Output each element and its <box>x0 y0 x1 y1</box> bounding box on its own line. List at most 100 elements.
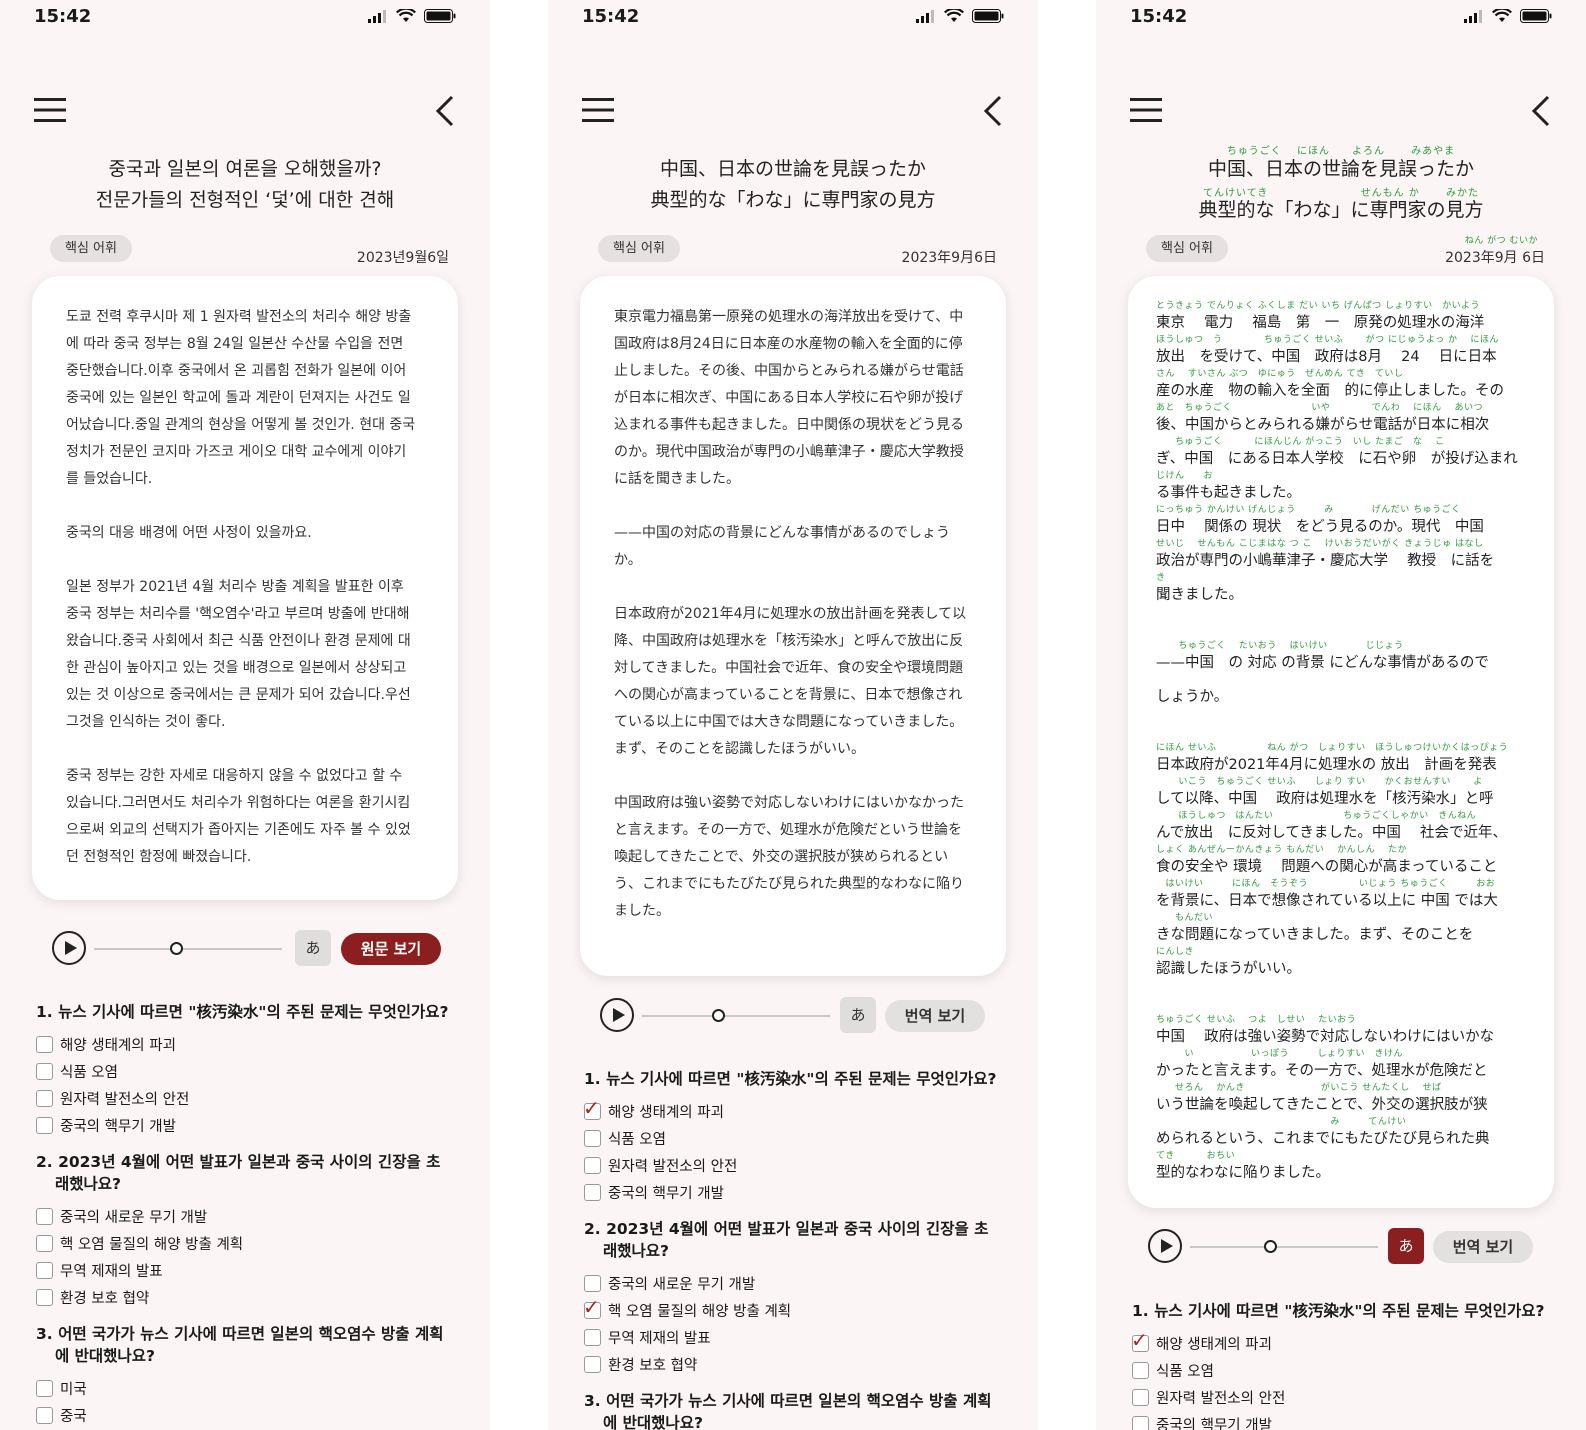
article-paragraph: 日本政府が2021年4月に処理水の放出計画を発表して以降、中国政府は処理水を「核… <box>614 606 967 757</box>
checkbox[interactable] <box>36 1289 53 1306</box>
audio-progress-knob[interactable] <box>170 942 183 955</box>
phone-screen-japanese: 15:42 中国、日本の世論を見誤ったか 典型的な「わな」に専門家の見方 핵심 … <box>548 0 1038 1430</box>
furigana-reading: ちゅうごく たいおう はいけい じじょう <box>1156 641 1404 651</box>
checkmark-icon: ✓ <box>583 1096 600 1120</box>
quiz-option[interactable]: 환경 보호 협약 <box>584 1351 1002 1378</box>
checkbox[interactable] <box>36 1208 53 1225</box>
checkbox[interactable] <box>584 1329 601 1346</box>
key-vocab-chip[interactable]: 핵심 어휘 <box>598 235 680 262</box>
quiz-option[interactable]: 미국 <box>36 1375 454 1402</box>
checkbox[interactable] <box>584 1130 601 1147</box>
furigana-reading: せいじ せんもん こじまはな つ こ けいおうだいがく きょうじゅ はなし <box>1156 539 1484 549</box>
quiz-option[interactable]: 식품 오염 <box>1132 1357 1550 1384</box>
checkbox[interactable] <box>584 1275 601 1292</box>
furigana-line: てき おちい 型的なわなに陥りました。 <box>1156 1148 1534 1182</box>
checkbox[interactable]: ✓ <box>1131 1330 1149 1352</box>
checkbox[interactable] <box>36 1090 53 1107</box>
quiz-option[interactable]: 해양 생태계의 파괴 <box>36 1031 454 1058</box>
checkbox[interactable] <box>584 1157 601 1174</box>
quiz-option[interactable]: 원자력 발전소의 안전 <box>584 1152 1002 1179</box>
quiz-option[interactable]: 식품 오염 <box>584 1125 1002 1152</box>
furigana-text: いう世論を喚起してきたことで、外交の選択肢が狭 <box>1156 1097 1488 1113</box>
back-icon[interactable] <box>434 94 456 128</box>
checkbox[interactable] <box>36 1117 53 1134</box>
quiz-option[interactable]: 중국 <box>36 1402 454 1429</box>
quiz-option[interactable]: 중국의 새로운 무기 개발 <box>36 1203 454 1230</box>
furigana-toggle-button[interactable]: あ <box>295 930 331 966</box>
back-icon[interactable] <box>982 94 1004 128</box>
checkbox[interactable] <box>36 1235 53 1252</box>
quiz-option[interactable]: 원자력 발전소의 안전 <box>1132 1384 1550 1411</box>
article-paragraph: 일본 정부가 2021년 4월 처리수 방출 계획을 발표한 이후 중국 정부는… <box>66 579 411 730</box>
menu-icon[interactable] <box>34 97 66 123</box>
quiz-option[interactable]: 무역 제재의 발표 <box>36 1257 454 1284</box>
furigana-text: ——中国 の 対応 の背景 にどんな事情があるので <box>1156 655 1489 671</box>
furigana-reading: ほうしゅつ う ちゅうごく せいふ がつ にじゅうよっ か にほん <box>1156 335 1499 345</box>
view-translation-button[interactable]: 번역 보기 <box>885 1000 985 1032</box>
audio-progress-knob[interactable] <box>1264 1240 1277 1253</box>
date-furigana: ねん がつ むいか <box>1464 236 1538 246</box>
quiz-option[interactable]: 중국의 새로운 무기 개발 <box>584 1270 1002 1297</box>
quiz-option[interactable]: 중국의 핵무기 개발 <box>36 1112 454 1139</box>
furigana-reading: しょく あんぜんーかんきょう もんだい かんしん たか <box>1156 845 1407 855</box>
furigana-text: 日中 関係の 現状 をどう見るのか。現代 中国 <box>1156 519 1484 535</box>
furigana-reading: とうきょう でんりょく ふくしま だい いち げんぱつ しょりすい かいよう <box>1156 301 1480 311</box>
article-card: とうきょう でんりょく ふくしま だい いち げんぱつ しょりすい かいよう 東京… <box>1128 276 1554 1208</box>
article-card: 東京電力福島第一原発の処理水の海洋放出を受けて、中国政府は8月24日に日本産の水… <box>580 276 1006 976</box>
phone-screen-furigana: 15:42 ちゅうごく にほん よろん みあやま 中国、日本の世論を見誤ったか … <box>1096 0 1586 1430</box>
quiz-option[interactable]: 중국의 핵무기 개발 <box>584 1179 1002 1206</box>
furigana-toggle-button[interactable]: あ <box>840 997 876 1033</box>
quiz-option[interactable]: ✓ 해양 생태계의 파괴 <box>583 1098 1002 1125</box>
audio-progress-knob[interactable] <box>712 1009 725 1022</box>
audio-progress-track[interactable] <box>642 1015 830 1017</box>
checkbox[interactable]: ✓ <box>583 1098 601 1120</box>
furigana-line: じけん おる事件も起きました。 <box>1156 468 1534 502</box>
checkbox[interactable] <box>36 1380 53 1397</box>
audio-progress-track[interactable] <box>1190 1246 1378 1248</box>
furigana-reading: にんしき <box>1156 947 1195 957</box>
key-vocab-chip[interactable]: 핵심 어휘 <box>50 235 132 262</box>
status-bar: 15:42 <box>548 6 1038 30</box>
checkbox[interactable]: ✓ <box>583 1297 601 1319</box>
back-icon[interactable] <box>1530 94 1552 128</box>
quiz-option[interactable]: 식품 오염 <box>36 1058 454 1085</box>
checkbox[interactable] <box>36 1262 53 1279</box>
checkbox[interactable] <box>1132 1389 1149 1406</box>
furigana-text: 産の水産 物の輸入を全面 的に停止しました。その <box>1156 383 1504 399</box>
quiz-option[interactable]: ✓ 핵 오염 물질의 해양 방출 계획 <box>583 1297 1002 1324</box>
quiz-option[interactable]: 환경 보호 협약 <box>36 1284 454 1311</box>
audio-progress-track[interactable] <box>94 948 282 950</box>
furigana-text: 政治が専門の小嶋華津子・慶応大学 教授 に話を <box>1156 553 1495 569</box>
quiz-section: 1. 뉴스 기사에 따르면 "核汚染水"의 주된 문제는 무엇인가요? 해양 생… <box>36 1001 454 1430</box>
menu-icon[interactable] <box>1130 97 1162 123</box>
furigana-reading: あと ちゅうごく いや でんわ にほん あいつ <box>1156 403 1483 413</box>
checkbox[interactable] <box>36 1063 53 1080</box>
view-original-button[interactable]: 원문 보기 <box>341 933 441 965</box>
checkbox[interactable] <box>1132 1416 1149 1430</box>
article-date: 2023年9月6日 <box>901 250 997 266</box>
checkbox[interactable] <box>1132 1362 1149 1379</box>
play-icon[interactable] <box>52 931 86 965</box>
quiz-option[interactable]: 무역 제재의 발표 <box>584 1324 1002 1351</box>
furigana-line: にっちゅう かんけい げんじょう み げんだい ちゅうごく 日中 関係の 現状 を… <box>1156 502 1534 536</box>
furigana-text: しょうか。 <box>1156 689 1229 705</box>
view-translation-button[interactable]: 번역 보기 <box>1433 1231 1533 1263</box>
menu-icon[interactable] <box>582 97 614 123</box>
quiz-option[interactable]: 핵 오염 물질의 해양 방출 계획 <box>36 1230 454 1257</box>
furigana-reading: い いっぽう しょりすい きけん <box>1156 1049 1404 1059</box>
quiz-option[interactable]: 원자력 발전소의 안전 <box>36 1085 454 1112</box>
checkbox[interactable] <box>36 1036 53 1053</box>
furigana-toggle-button[interactable]: あ <box>1388 1228 1424 1264</box>
audio-player: あ 번역 보기 <box>1148 1227 1542 1267</box>
play-icon[interactable] <box>1148 1229 1182 1263</box>
play-icon[interactable] <box>600 998 634 1032</box>
checkbox[interactable] <box>584 1356 601 1373</box>
checkbox[interactable] <box>584 1184 601 1201</box>
checkbox[interactable] <box>36 1407 53 1424</box>
key-vocab-chip[interactable]: 핵심 어휘 <box>1146 235 1228 262</box>
furigana-text: 後、中国からとみられる嫌がらせ電話が日本に相次 <box>1156 417 1490 433</box>
quiz-option[interactable]: 중국의 핵무기 개발 <box>1132 1411 1550 1430</box>
article-card: 도쿄 전력 후쿠시마 제 1 원자력 발전소의 처리수 해양 방출에 따라 중국… <box>32 276 458 900</box>
furigana-text: きな問題になっていきました。まず、そのことを <box>1156 927 1474 943</box>
quiz-option[interactable]: ✓ 해양 생태계의 파괴 <box>1131 1330 1550 1357</box>
